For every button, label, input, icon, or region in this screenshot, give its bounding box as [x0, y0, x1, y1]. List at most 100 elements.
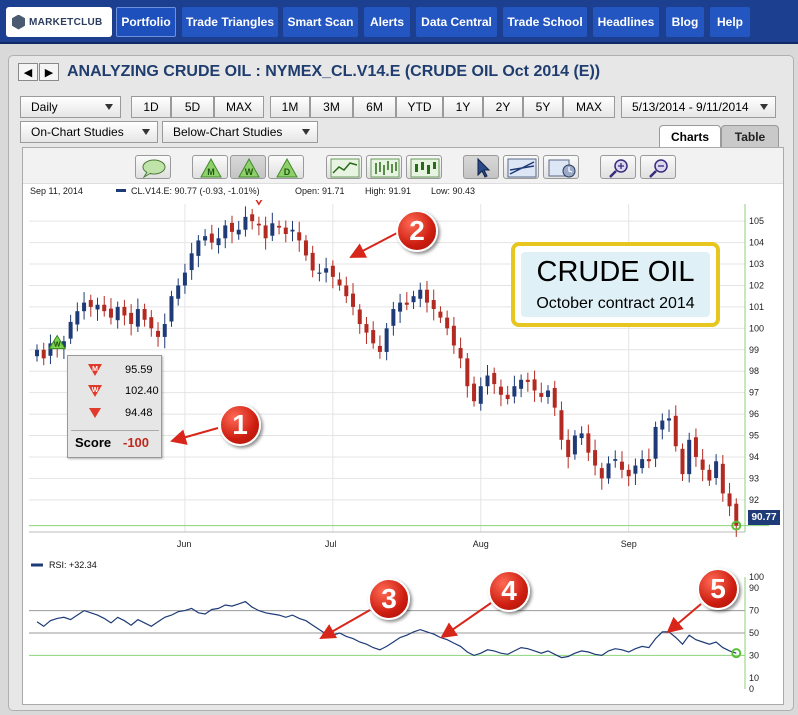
svg-text:M: M [207, 167, 215, 177]
on-chart-studies-select[interactable]: On-Chart Studies [20, 121, 158, 143]
weekly-triangles-button[interactable]: W [230, 155, 266, 179]
svg-text:M: M [92, 366, 98, 373]
candle-body [243, 216, 248, 230]
candle-body [525, 379, 530, 382]
nav-alerts[interactable]: Alerts [364, 7, 410, 37]
candle-body [129, 312, 134, 325]
interval-select[interactable]: Daily [20, 96, 121, 118]
nav-smart-scan[interactable]: Smart Scan [283, 7, 358, 37]
range-2y-button[interactable]: 2Y [483, 96, 523, 118]
candle-body [41, 349, 46, 359]
tab-charts[interactable]: Charts [659, 125, 721, 147]
callout-subtitle: October contract 2014 [536, 295, 695, 312]
range-max-button[interactable]: MAX [563, 96, 615, 118]
score-label: Score [75, 435, 112, 450]
rsi-chart[interactable]: RSI: +32.34 010 30 50 70 90100 [23, 557, 783, 703]
chart-settings-button[interactable] [543, 155, 579, 179]
candle-body [196, 240, 201, 256]
candle-body [606, 463, 611, 479]
marketclub-logo[interactable]: MARKETCLUB [6, 7, 112, 37]
quote-date: Sep 11, 2014 [30, 186, 83, 196]
daily-triangle-icon: D [276, 157, 298, 178]
score-row-monthly: M 95.59 [68, 361, 163, 379]
forward-button[interactable]: ▶ [39, 63, 59, 81]
candle-body [371, 330, 376, 344]
zoom-in-button[interactable] [600, 155, 636, 179]
candle-body [680, 448, 685, 475]
signal-label: W [256, 200, 263, 201]
y-tick-label: 97 [749, 388, 759, 398]
candle-body [626, 469, 631, 477]
candle-body [720, 463, 725, 494]
candle-body [714, 461, 719, 478]
monthly-triangle-icon: M [200, 157, 222, 178]
score-row-daily: 94.48 [68, 404, 163, 422]
nav-trade-school[interactable]: Trade School [503, 7, 587, 37]
candle-body [445, 317, 450, 329]
daily-triangles-button[interactable]: D [268, 155, 304, 179]
y-tick-label: 98 [749, 366, 759, 376]
candle-body [223, 225, 228, 239]
nav-data-central[interactable]: Data Central [416, 7, 497, 37]
range-1y-button[interactable]: 1Y [443, 96, 483, 118]
nav-portfolio[interactable]: Portfolio [116, 7, 176, 37]
candle-body [250, 214, 255, 222]
candle-body [149, 317, 154, 329]
candle-body [303, 240, 308, 256]
range-max-intraday-button[interactable]: MAX [214, 96, 264, 118]
date-range-select[interactable]: 5/13/2014 - 9/11/2014 [621, 96, 776, 118]
range-3m-button[interactable]: 3M [310, 96, 353, 118]
pointer-tool-button[interactable] [463, 155, 499, 179]
nav-help[interactable]: Help [710, 7, 750, 37]
candle-body [142, 309, 147, 320]
candle-body [727, 493, 732, 507]
nav-blog[interactable]: Blog [666, 7, 704, 37]
monthly-triangles-button[interactable]: M [192, 155, 228, 179]
below-chart-studies-select[interactable]: Below-Chart Studies [162, 121, 318, 143]
candle-body [277, 225, 282, 228]
candle-body [492, 372, 497, 385]
candle-body [115, 306, 120, 321]
nav-headlines[interactable]: Headlines [593, 7, 659, 37]
candle-body [162, 324, 167, 337]
candle-body [135, 309, 140, 327]
candle-body [364, 324, 369, 333]
y-tick-label: 99 [749, 345, 759, 355]
score-row-weekly: W 102.40 [68, 382, 163, 400]
candlestick-button[interactable] [406, 155, 442, 179]
range-5d-button[interactable]: 5D [171, 96, 214, 118]
range-6m-button[interactable]: 6M [353, 96, 396, 118]
candle-body [512, 386, 517, 397]
quote-symbol-line: CL.V14.E: 90.77 (-0.93, -1.01%) [131, 186, 260, 196]
quote-high: High: 91.91 [365, 186, 412, 196]
range-ytd-button[interactable]: YTD [396, 96, 443, 118]
ohlc-bars-button[interactable] [366, 155, 402, 179]
ohlc-bars-icon [370, 158, 400, 178]
x-tick-label: Aug [473, 539, 489, 549]
candle-body [707, 469, 712, 481]
candle-body [357, 309, 362, 325]
tab-table[interactable]: Table [721, 125, 779, 147]
chat-tool-button[interactable] [135, 155, 171, 179]
candle-body [398, 302, 403, 312]
back-button[interactable]: ◀ [18, 63, 38, 81]
score-daily-value: 94.48 [125, 407, 153, 419]
candle-body [283, 227, 288, 235]
range-5y-button[interactable]: 5Y [523, 96, 563, 118]
x-tick-label: Jun [177, 539, 192, 549]
range-1d-button[interactable]: 1D [131, 96, 171, 118]
score-monthly-value: 95.59 [125, 364, 153, 376]
callout-title: CRUDE OIL [536, 256, 695, 288]
candle-body [431, 300, 436, 310]
rsi-y-tick-label: 0 [749, 684, 754, 694]
chat-icon [142, 159, 166, 179]
candle-body [458, 348, 463, 359]
candle-body [156, 330, 161, 337]
zoom-out-button[interactable] [640, 155, 676, 179]
range-1m-button[interactable]: 1M [270, 96, 310, 118]
trendline-tool-button[interactable] [503, 155, 539, 179]
annotation-badge-5: 5 [697, 568, 739, 610]
candle-body [566, 439, 571, 457]
line-chart-button[interactable] [326, 155, 362, 179]
nav-trade-triangles[interactable]: Trade Triangles [182, 7, 278, 37]
